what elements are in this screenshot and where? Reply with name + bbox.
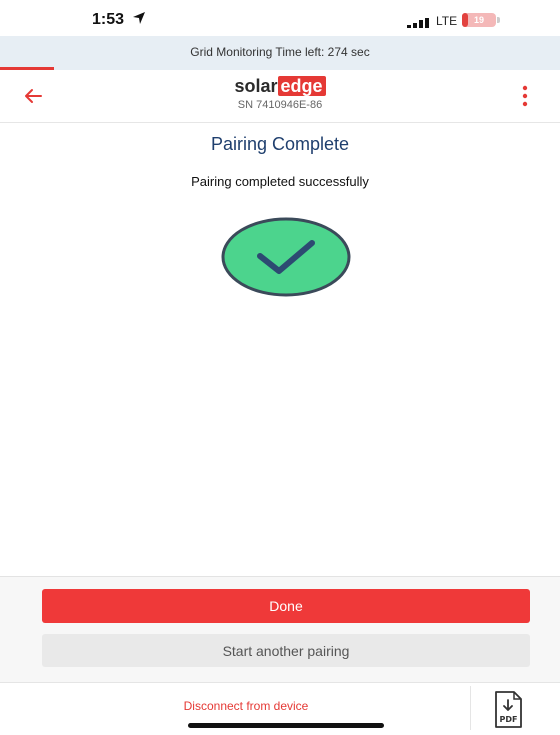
success-message: Pairing completed successfully	[191, 174, 369, 189]
footer-divider	[470, 686, 471, 730]
page-title: Pairing Complete	[210, 134, 350, 154]
battery-tip	[497, 17, 500, 23]
grid-monitoring-banner: Grid Monitoring Time left: 274 sec	[0, 36, 560, 70]
location-arrow-icon	[133, 12, 145, 24]
cellular-signal-icon	[407, 18, 429, 28]
status-bar: 1:53 LTE 19	[0, 0, 560, 36]
status-time: 1:53	[92, 11, 125, 28]
disconnect-link[interactable]: Disconnect from device	[0, 699, 492, 713]
pdf-download-icon[interactable]: PDF	[490, 690, 526, 730]
serial-number: SN 7410946E-86	[237, 99, 323, 111]
app-header: solar edge SN 7410946E-86	[0, 70, 560, 123]
network-type: LTE	[436, 14, 458, 28]
logo-edge: edge	[277, 76, 326, 96]
home-indicator	[188, 723, 384, 728]
done-button[interactable]: Done	[42, 589, 530, 623]
grid-monitoring-text: Grid Monitoring Time left: 274 sec	[190, 45, 370, 59]
kebab-menu-icon[interactable]	[522, 84, 528, 108]
logo-solar: solar	[234, 76, 278, 96]
pdf-label: PDF	[500, 715, 518, 724]
start-another-pairing-button[interactable]: Start another pairing	[42, 634, 530, 667]
check-circle-icon	[221, 217, 351, 297]
battery-percent: 19	[473, 15, 484, 25]
solaredge-logo: solar edge	[0, 76, 560, 97]
battery-icon: 19	[462, 13, 496, 27]
